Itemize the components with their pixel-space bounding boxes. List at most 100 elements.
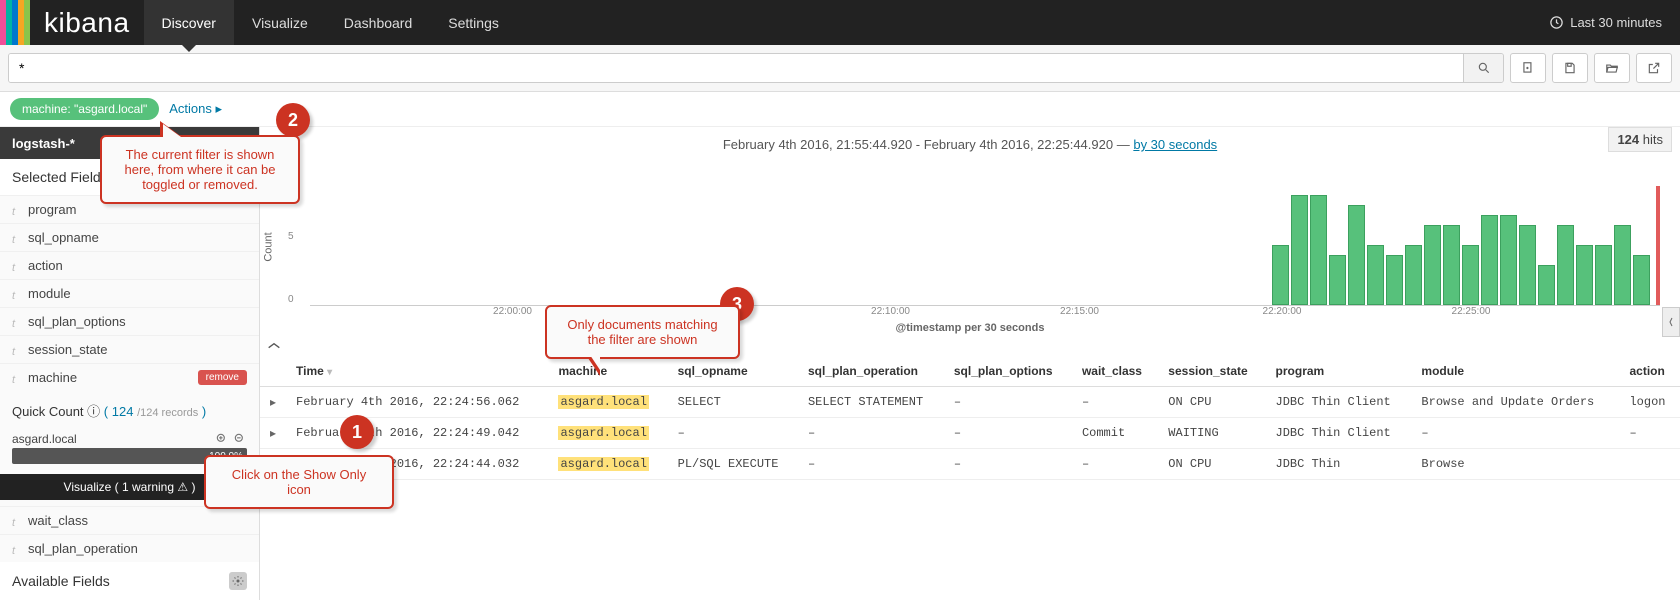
histogram-bar[interactable] [1291,195,1308,305]
field-sql-opname[interactable]: tsql_opname [0,223,259,251]
tab-discover[interactable]: Discover [144,0,234,45]
cell-machine: asgard.local [548,449,667,480]
cell-program: JDBC Thin Client [1266,387,1412,418]
col-wait-class[interactable]: wait_class [1072,356,1158,387]
col-sql-opname[interactable]: sql_opname [668,356,798,387]
new-icon [1521,61,1535,75]
time-picker-label: Last 30 minutes [1570,15,1662,30]
histogram-bar[interactable] [1310,195,1327,305]
open-search-button[interactable] [1594,53,1630,83]
filter-actions-link[interactable]: Actions ▸ [169,101,222,117]
histogram-header: February 4th 2016, 21:55:44.920 - Februa… [260,127,1680,156]
quick-count-header: Quick Count ⓘ ( 124 /124 records ) [0,391,259,430]
col-action[interactable]: action [1619,356,1680,387]
field-sql-plan-operation[interactable]: tsql_plan_operation [0,534,259,562]
field-action[interactable]: taction [0,251,259,279]
histogram-bars [1272,185,1650,305]
cell-sql-plan-operation: SELECT STATEMENT [798,387,944,418]
save-search-button[interactable] [1552,53,1588,83]
cell-time: February 4th 2016, 22:24:49.042 [286,418,548,449]
histogram-bar[interactable] [1348,205,1365,305]
tab-settings[interactable]: Settings [430,0,517,45]
histogram-bar[interactable] [1519,225,1536,305]
col-sql-plan-options[interactable]: sql_plan_options [944,356,1072,387]
content: 124 hits February 4th 2016, 21:55:44.920… [260,127,1680,600]
filter-pill-machine[interactable]: machine: "asgard.local" [10,98,159,120]
filter-for-icon[interactable] [215,432,229,446]
col-machine[interactable]: machine [548,356,667,387]
chevron-left-icon [1667,316,1675,328]
cell-sql-plan-options: – [944,418,1072,449]
field-module[interactable]: tmodule [0,279,259,307]
histogram-bar[interactable] [1443,225,1460,305]
histogram-bar[interactable] [1462,245,1479,305]
expand-row-button[interactable]: ▸ [260,418,286,449]
field-label: module [28,286,71,301]
histogram-bar[interactable] [1481,215,1498,305]
histogram-bar[interactable] [1367,245,1384,305]
tab-visualize[interactable]: Visualize [234,0,326,45]
collapse-histogram-button[interactable] [260,334,1680,356]
table-row: ▸February 4th 2016, 22:24:56.062asgard.l… [260,387,1680,418]
table-row: ▸February 4th 2016, 22:24:44.032asgard.l… [260,449,1680,480]
histogram-bar[interactable] [1595,245,1612,305]
histogram-bar[interactable] [1424,225,1441,305]
histogram-bar[interactable] [1557,225,1574,305]
cell-sql-opname: PL/SQL EXECUTE [668,449,798,480]
cell-sql-plan-operation: – [798,418,944,449]
save-icon [1563,61,1577,75]
new-search-button[interactable] [1510,53,1546,83]
filter-out-icon[interactable] [233,432,247,446]
cell-session-state: ON CPU [1158,387,1265,418]
field-type-icon: t [12,290,20,298]
search-input[interactable] [9,54,1463,82]
logo: kibana [0,0,144,45]
cell-wait-class: Commit [1072,418,1158,449]
index-pattern-label: logstash-* [12,136,75,151]
col-time[interactable]: Time ▾ [286,356,548,387]
histogram-bar[interactable] [1633,255,1650,305]
histogram-bar[interactable] [1405,245,1422,305]
cell-wait-class: – [1072,387,1158,418]
annotation-3-pointer-fill [590,355,600,370]
remove-field-button[interactable]: remove [198,370,247,385]
histogram-bar[interactable] [1329,255,1346,305]
annotation-num-2: 2 [276,103,310,137]
histogram-bar[interactable] [1576,245,1593,305]
field-session-state[interactable]: tsession_state [0,335,259,363]
y-axis-label: Count [263,232,275,261]
table-row: ▸February 4th 2016, 22:24:49.042asgard.l… [260,418,1680,449]
search-button[interactable] [1463,54,1503,82]
col-module[interactable]: module [1411,356,1619,387]
table-header-row: Time ▾ machine sql_opname sql_plan_opera… [260,356,1680,387]
histogram-bar[interactable] [1500,215,1517,305]
share-button[interactable] [1636,53,1672,83]
histogram-range: February 4th 2016, 21:55:44.920 - Februa… [723,137,1130,152]
quick-count-link[interactable]: ( 124 [104,404,137,419]
histogram-bar[interactable] [1538,265,1555,305]
field-machine[interactable]: tmachineremove [0,363,259,391]
col-program[interactable]: program [1266,356,1412,387]
histogram-interval-link[interactable]: by 30 seconds [1133,137,1217,152]
histogram-chart[interactable]: Count 10 5 0 22:00:00 22:05:00 22:10:00 … [280,156,1660,326]
hit-count: 124 hits [1608,127,1672,152]
col-sql-plan-operation[interactable]: sql_plan_operation [798,356,944,387]
cell-sql-plan-operation: – [798,449,944,480]
x-tick: 22:15:00 [1060,306,1099,317]
histogram-bar[interactable] [1386,255,1403,305]
field-type-icon: t [12,517,20,525]
field-sql-plan-options[interactable]: tsql_plan_options [0,307,259,335]
filter-bar: machine: "asgard.local" Actions ▸ [0,92,1680,127]
expand-row-button[interactable]: ▸ [260,387,286,418]
quick-count-value: asgard.local [12,432,77,446]
field-label: sql_plan_operation [28,541,138,556]
histogram-bar[interactable] [1614,225,1631,305]
time-picker[interactable]: Last 30 minutes [1531,0,1680,45]
histogram-bar[interactable] [1272,245,1289,305]
cell-program: JDBC Thin [1266,449,1412,480]
field-wait-class[interactable]: twait_class [0,506,259,534]
tab-dashboard[interactable]: Dashboard [326,0,431,45]
x-tick: 22:20:00 [1263,306,1302,317]
collapse-sidepanel-button[interactable] [1662,307,1680,337]
col-session-state[interactable]: session_state [1158,356,1265,387]
